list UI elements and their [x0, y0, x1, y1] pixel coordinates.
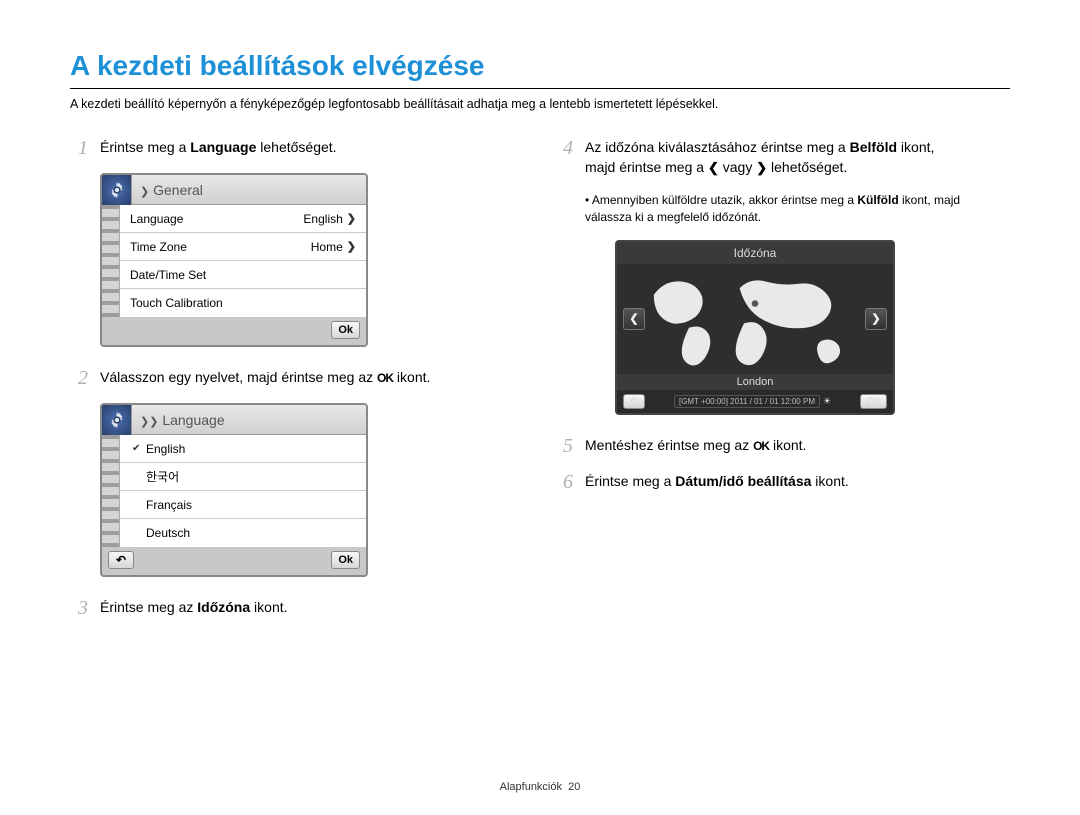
- language-option-francais[interactable]: Français: [120, 491, 366, 519]
- chevron-right-icon: ❯: [756, 159, 767, 178]
- gear-icon: [102, 175, 132, 205]
- step-text: majd érintse meg a: [585, 159, 708, 175]
- chevron-right-icon: ❯: [347, 240, 366, 253]
- check-icon: ✔: [132, 443, 146, 454]
- row-touch-calibration[interactable]: Touch Calibration: [120, 289, 366, 317]
- step-text: ikont.: [393, 369, 430, 385]
- step-bold: Időzóna: [197, 599, 250, 615]
- gear-icon: [102, 405, 132, 435]
- sun-icon: ☀: [823, 396, 831, 406]
- step-text: lehetőséget.: [256, 139, 336, 155]
- ok-icon: OK: [753, 438, 769, 455]
- chevron-left-icon: ❮: [708, 159, 719, 178]
- step-text: Válasszon egy nyelvet, majd érintse meg …: [100, 369, 377, 385]
- screen-general: ❯ General Language English ❯ Time Zone H: [100, 173, 368, 347]
- step-text: ikont.: [811, 473, 848, 489]
- language-option-deutsch[interactable]: Deutsch: [120, 519, 366, 547]
- step-text: Az időzóna kiválasztásához érintse meg a: [585, 139, 850, 155]
- timezone-city: London: [617, 374, 893, 390]
- screen-header-label: ❯❯ Language: [132, 412, 225, 428]
- step-bold: Belföld: [850, 139, 897, 155]
- step-number: 4: [555, 137, 573, 178]
- step-number: 6: [555, 471, 573, 493]
- step-text: Mentéshez érintse meg az: [585, 437, 753, 453]
- ok-button[interactable]: Ok: [331, 321, 360, 339]
- step-text: ikont.: [250, 599, 287, 615]
- step-text: ikont,: [897, 139, 934, 155]
- timezone-info: [GMT +00:00] 2011 / 01 / 01 12:00 PM: [674, 395, 820, 408]
- row-language[interactable]: Language English ❯: [120, 205, 366, 233]
- row-datetime[interactable]: Date/Time Set: [120, 261, 366, 289]
- language-option-korean[interactable]: 한국어: [120, 463, 366, 491]
- step-number: 3: [70, 597, 88, 619]
- step-bold: Language: [190, 139, 256, 155]
- step-4: 4 Az időzóna kiválasztásához érintse meg…: [555, 137, 1010, 178]
- step-5: 5 Mentéshez érintse meg az OK ikont.: [555, 435, 1010, 457]
- step-text: vagy: [719, 159, 756, 175]
- step-number: 2: [70, 367, 88, 389]
- step-text: Érintse meg a: [100, 139, 190, 155]
- ok-button[interactable]: Ok: [331, 551, 360, 569]
- step-6: 6 Érintse meg a Dátum/idő beállítása iko…: [555, 471, 1010, 493]
- timezone-next-button[interactable]: ❯: [865, 308, 887, 330]
- page-subtitle: A kezdeti beállító képernyőn a fényképez…: [70, 97, 1010, 111]
- chevron-right-icon: ❯: [347, 212, 366, 225]
- page-footer: Alapfunkciók 20: [0, 781, 1080, 793]
- back-button[interactable]: ↶: [623, 394, 645, 409]
- screen-language: ❯❯ Language ✔ English 한국어 Fr: [100, 403, 368, 577]
- step-number: 1: [70, 137, 88, 159]
- step-4-note: Amennyiben külföldre utazik, akkor érint…: [585, 192, 1010, 226]
- ok-button[interactable]: Ok: [860, 394, 887, 409]
- step-bold: Dátum/idő beállítása: [675, 473, 811, 489]
- step-text: ikont.: [769, 437, 806, 453]
- step-number: 5: [555, 435, 573, 457]
- filmstrip-scroll[interactable]: [102, 205, 120, 317]
- row-timezone[interactable]: Time Zone Home ❯: [120, 233, 366, 261]
- step-3: 3 Érintse meg az Időzóna ikont.: [70, 597, 525, 619]
- page-title: A kezdeti beállítások elvégzése: [70, 50, 1010, 82]
- language-option-english[interactable]: ✔ English: [120, 435, 366, 463]
- screen-timezone: Időzóna ❮ ❯: [615, 240, 895, 415]
- timezone-title: Időzóna: [617, 242, 893, 264]
- screen-header-label: ❯ General: [132, 182, 203, 198]
- step-text: Érintse meg a: [585, 473, 675, 489]
- step-text: lehetőséget.: [767, 159, 847, 175]
- filmstrip-scroll[interactable]: [102, 435, 120, 547]
- title-rule: [70, 88, 1010, 89]
- world-map: [645, 264, 865, 374]
- step-text: Érintse meg az: [100, 599, 197, 615]
- back-button[interactable]: ↶: [108, 551, 134, 569]
- timezone-prev-button[interactable]: ❮: [623, 308, 645, 330]
- step-1: 1 Érintse meg a Language lehetőséget.: [70, 137, 525, 159]
- ok-icon: OK: [377, 370, 393, 387]
- step-2: 2 Válasszon egy nyelvet, majd érintse me…: [70, 367, 525, 389]
